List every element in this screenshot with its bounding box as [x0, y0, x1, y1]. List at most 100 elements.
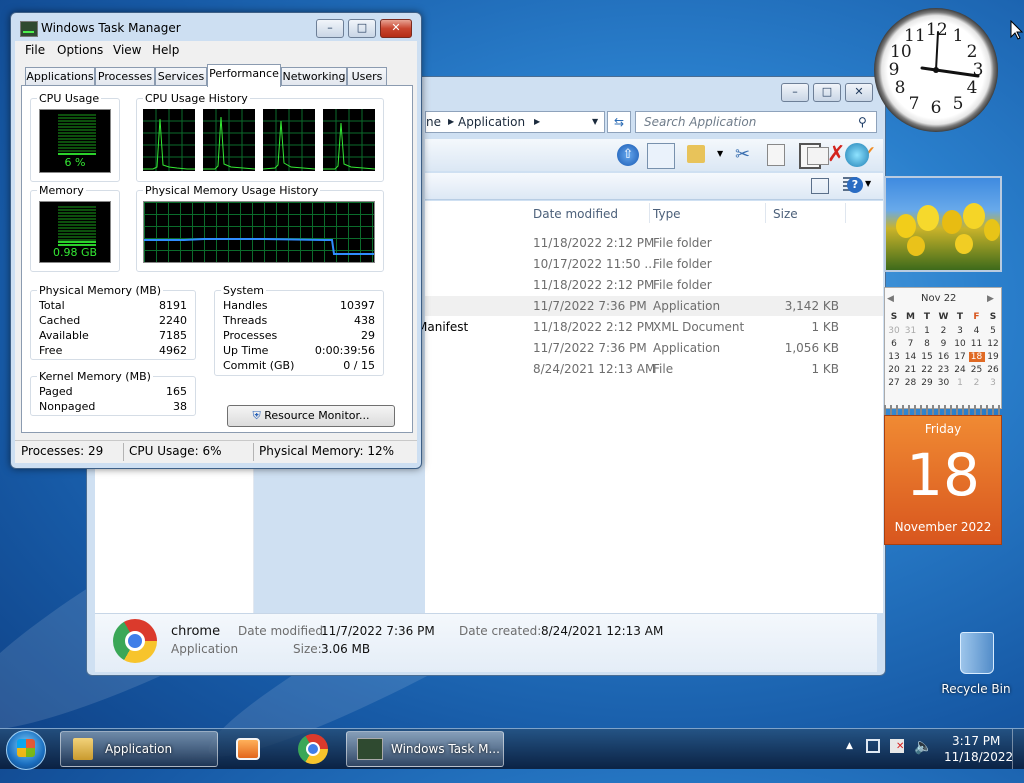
file-row[interactable]: Manifest 11/18/2022 2:12 PM XML Document… — [417, 317, 883, 337]
calendar-day[interactable]: 12 — [985, 339, 1001, 349]
show-hidden-icons-icon[interactable]: ▲ — [846, 741, 853, 751]
calendar-day[interactable]: 10 — [952, 339, 968, 349]
calendar-day[interactable]: 2 — [936, 326, 952, 336]
volume-icon[interactable]: 🔈 — [914, 737, 933, 755]
calendar-day[interactable]: 15 — [919, 352, 935, 362]
maximize-button[interactable]: □ — [813, 83, 841, 102]
calendar-day[interactable]: 16 — [936, 352, 952, 362]
tab-networking[interactable]: Networking — [281, 67, 347, 85]
calendar-day[interactable]: 2 — [969, 378, 985, 388]
calendar-day[interactable]: 8 — [919, 339, 935, 349]
column-separator[interactable] — [649, 203, 650, 223]
recycle-bin-shortcut[interactable]: Recycle Bin — [940, 628, 1012, 698]
resource-monitor-button[interactable]: ⛨ Resource Monitor... — [227, 405, 395, 427]
chevron-down-icon[interactable]: ▼ — [592, 117, 598, 126]
menu-options[interactable]: Options — [57, 43, 103, 57]
column-separator[interactable] — [765, 203, 766, 223]
file-list[interactable]: Date modified Type Size 11/18/2022 2:12 … — [417, 201, 883, 613]
calendar-day[interactable]: 4 — [969, 326, 985, 336]
file-row[interactable]: 10/17/2022 11:50 ... File folder — [425, 254, 883, 274]
chrome-taskbar-icon[interactable] — [298, 734, 328, 764]
menu-view[interactable]: View — [113, 43, 141, 57]
tab-services[interactable]: Services — [155, 67, 207, 85]
calendar-day[interactable]: 9 — [936, 339, 952, 349]
clock-gadget[interactable]: 12 1 2 3 4 5 6 7 8 9 10 11 — [874, 8, 998, 132]
tab-performance[interactable]: Performance — [207, 64, 281, 87]
start-button[interactable] — [6, 730, 46, 770]
chevron-left-icon[interactable]: ◀ — [887, 294, 894, 304]
address-part[interactable]: Application — [458, 115, 525, 129]
help-icon[interactable]: ? — [847, 177, 863, 193]
close-button[interactable]: ✕ — [845, 83, 873, 102]
calendar-day[interactable]: 20 — [886, 365, 902, 375]
file-row[interactable]: 11/18/2022 2:12 PM File folder — [425, 275, 883, 295]
column-header-type[interactable]: Type — [653, 207, 681, 221]
clock-time[interactable]: 3:17 PM — [952, 734, 1000, 748]
calendar-day[interactable]: 7 — [903, 339, 919, 349]
calendar-day[interactable]: 27 — [886, 378, 902, 388]
clock-date[interactable]: 11/18/2022 — [944, 750, 1013, 764]
media-player-icon[interactable] — [236, 738, 260, 760]
calendar-day[interactable]: 26 — [985, 365, 1001, 375]
taskbar-explorer-button[interactable]: Application — [60, 731, 218, 767]
calendar-day[interactable]: 22 — [919, 365, 935, 375]
maximize-button[interactable]: □ — [348, 19, 376, 38]
show-desktop-button[interactable] — [1012, 729, 1024, 769]
up-arrow-icon[interactable]: ⇧ — [617, 144, 639, 166]
search-icon[interactable]: ⚲ — [858, 115, 867, 129]
file-row[interactable]: 11/7/2022 7:36 PM Application 3,142 KB — [425, 296, 883, 316]
preview-pane-icon[interactable] — [647, 143, 675, 169]
search-input[interactable]: Search Application ⚲ — [635, 111, 877, 133]
calendar-day[interactable]: 31 — [903, 326, 919, 336]
calendar-day[interactable]: 23 — [936, 365, 952, 375]
column-header-date-modified[interactable]: Date modified — [533, 207, 618, 221]
column-separator[interactable] — [845, 203, 846, 223]
calendar-day[interactable]: 3 — [985, 378, 1001, 388]
action-center-icon[interactable]: ✕ — [890, 739, 904, 753]
preview-toggle-icon[interactable] — [811, 178, 829, 194]
calendar-day[interactable]: 21 — [903, 365, 919, 375]
slideshow-gadget[interactable] — [884, 176, 1002, 272]
file-row[interactable]: 8/24/2021 12:13 AM File 1 KB — [425, 359, 883, 379]
column-header-size[interactable]: Size — [773, 207, 798, 221]
menu-help[interactable]: Help — [152, 43, 179, 57]
file-row[interactable]: 11/7/2022 7:36 PM Application 1,056 KB — [425, 338, 883, 358]
menu-file[interactable]: File — [25, 43, 45, 57]
calendar-day[interactable]: 18 — [968, 352, 985, 362]
copy-icon[interactable] — [767, 144, 785, 166]
task-manager-window[interactable]: Windows Task Manager – □ ✕ File Options … — [10, 12, 422, 469]
calendar-day[interactable]: 11 — [969, 339, 985, 349]
network-icon[interactable] — [866, 739, 880, 753]
address-part[interactable]: ne — [426, 115, 441, 129]
globe-icon[interactable] — [845, 143, 869, 167]
tab-processes[interactable]: Processes — [95, 67, 155, 85]
tab-applications[interactable]: Applications — [25, 67, 95, 85]
calendar-day[interactable]: 25 — [969, 365, 985, 375]
address-bar[interactable]: ne ▶ Application ▶ ▼ — [425, 111, 605, 133]
calendar-day[interactable]: 30 — [886, 326, 902, 336]
taskbar-taskmgr-button[interactable]: Windows Task M... — [346, 731, 504, 767]
email-icon[interactable] — [807, 147, 829, 165]
calendar-day[interactable]: 14 — [903, 352, 919, 362]
refresh-button[interactable]: ⇆ — [607, 111, 631, 133]
calendar-day[interactable]: 17 — [952, 352, 968, 362]
chevron-down-icon[interactable]: ▼ — [865, 179, 871, 188]
delete-icon[interactable]: ✗ — [827, 142, 845, 167]
calendar-day[interactable]: 1 — [952, 378, 968, 388]
calendar-day[interactable]: 1 — [919, 326, 935, 336]
calendar-day[interactable]: 13 — [886, 352, 902, 362]
calendar-gadget[interactable]: ◀ Nov 22 ▶ S M T W T F S 30 31 1 2 3 4 5 6 7 8 9 10 11 12 13 1… — [884, 287, 1002, 545]
chevron-right-icon[interactable]: ▶ — [987, 294, 994, 304]
calendar-day[interactable]: 19 — [985, 352, 1001, 362]
calendar-day[interactable]: 6 — [886, 339, 902, 349]
folder-options-icon[interactable] — [687, 145, 705, 163]
tab-users[interactable]: Users — [347, 67, 387, 85]
calendar-day[interactable]: 30 — [936, 378, 952, 388]
file-row[interactable]: 11/18/2022 2:12 PM File folder — [425, 233, 883, 253]
close-button[interactable]: ✕ — [380, 19, 412, 38]
cut-icon[interactable]: ✂ — [735, 144, 750, 165]
calendar-day[interactable]: 3 — [952, 326, 968, 336]
calendar-day[interactable]: 5 — [985, 326, 1001, 336]
minimize-button[interactable]: – — [781, 83, 809, 102]
calendar-day[interactable]: 28 — [903, 378, 919, 388]
